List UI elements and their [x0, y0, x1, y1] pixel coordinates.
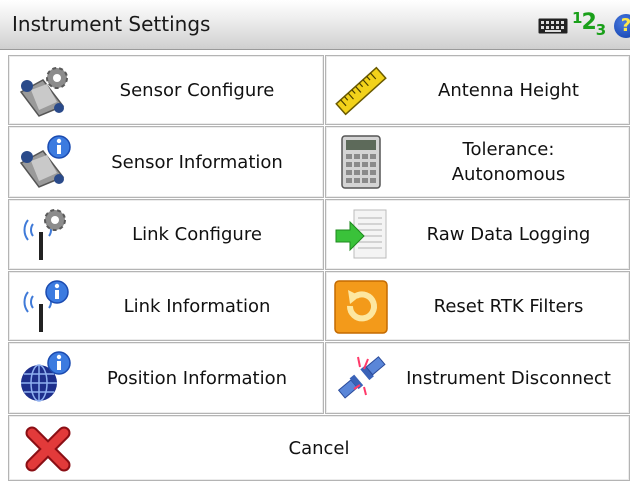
- sensor-information-label: Sensor Information: [111, 151, 283, 173]
- help-icon[interactable]: ?: [614, 14, 630, 38]
- tolerance-label: Tolerance: Autonomous: [451, 139, 566, 185]
- sensor-information-button[interactable]: Sensor Information: [8, 126, 324, 198]
- link-information-button[interactable]: Link Information: [8, 271, 324, 341]
- window-title: Instrument Settings: [12, 12, 211, 36]
- sensor-configure-button[interactable]: Sensor Configure: [8, 55, 324, 125]
- sensor-configure-label: Sensor Configure: [119, 79, 275, 101]
- reset-icon: [334, 280, 388, 334]
- position-information-label: Position Information: [107, 367, 287, 389]
- title-bar: Instrument Settings 123 ?: [0, 0, 630, 50]
- antenna-height-label: Antenna Height: [438, 79, 579, 101]
- measuring-tape-icon: [335, 66, 387, 116]
- link-configure-icon: [23, 209, 66, 260]
- link-information-icon: [23, 280, 69, 332]
- position-information-button[interactable]: Position Information: [8, 342, 324, 414]
- instrument-disconnect-label: Instrument Disconnect: [406, 367, 611, 389]
- cancel-label: Cancel: [288, 437, 350, 459]
- instrument-disconnect-button[interactable]: Instrument Disconnect: [325, 342, 630, 414]
- sensor-configure-icon: [19, 67, 68, 117]
- link-configure-label: Link Configure: [132, 224, 262, 245]
- keyboard-icon[interactable]: [538, 18, 568, 34]
- data-logging-icon: [335, 209, 387, 259]
- raw-data-logging-button[interactable]: Raw Data Logging: [325, 199, 630, 270]
- sensor-information-icon: [19, 135, 71, 188]
- tolerance-button[interactable]: Tolerance: Autonomous: [325, 126, 630, 198]
- numeric-input-icon[interactable]: 123: [572, 9, 606, 39]
- cancel-button[interactable]: Cancel: [8, 415, 630, 481]
- link-information-label: Link Information: [123, 295, 271, 317]
- disconnect-icon: [337, 356, 386, 399]
- position-information-icon: [21, 351, 71, 402]
- link-configure-button[interactable]: Link Configure: [8, 199, 324, 270]
- raw-data-logging-label: Raw Data Logging: [426, 224, 591, 245]
- calculator-icon: [341, 135, 381, 189]
- antenna-height-button[interactable]: Antenna Height: [325, 55, 630, 125]
- reset-rtk-filters-label: Reset RTK Filters: [433, 295, 584, 317]
- reset-rtk-filters-button[interactable]: Reset RTK Filters: [325, 271, 630, 341]
